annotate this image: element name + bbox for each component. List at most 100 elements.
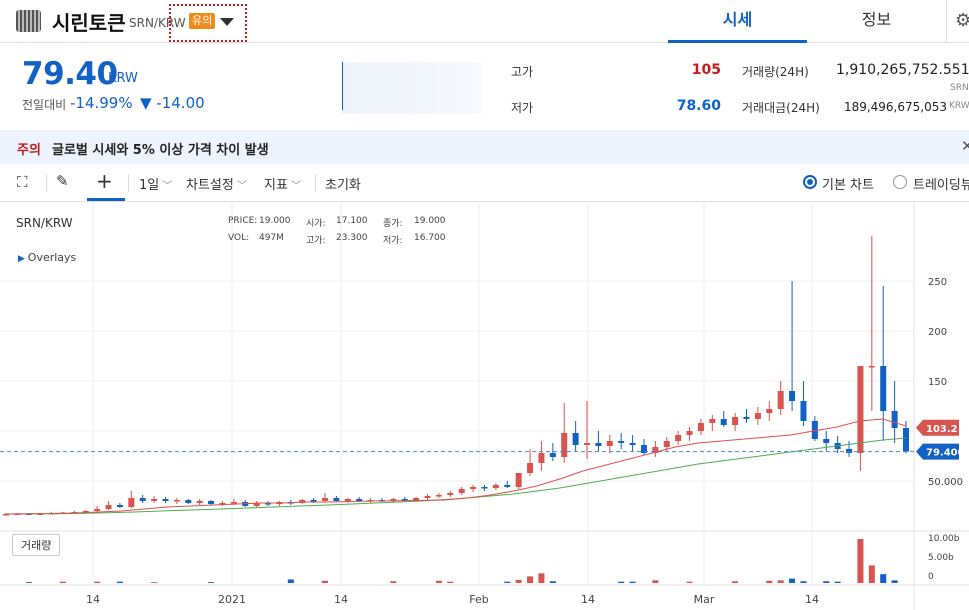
candle-body [162, 499, 169, 501]
header-divider [946, 0, 947, 43]
crosshair-icon[interactable]: + [96, 169, 113, 193]
candle-body [754, 413, 761, 419]
volume-bar [59, 581, 66, 583]
tab-info[interactable]: 정보 [807, 0, 946, 43]
volume-bar [447, 581, 454, 583]
caret-down-icon[interactable] [220, 18, 234, 26]
amount-24h-value: 189,496,675,053 [843, 100, 947, 114]
candle-body [196, 501, 203, 503]
volume-bar [777, 580, 784, 583]
volume-24h-value: 1,910,265,752.551 [836, 62, 969, 78]
candle-body [344, 499, 351, 501]
volume-bar [527, 576, 534, 583]
volume-toggle-button[interactable]: 거래량 [12, 534, 61, 556]
coin-name: 시린토큰 [52, 11, 126, 35]
price-tag-high: 103.2 [926, 424, 958, 435]
current-price: 79.40 [22, 56, 118, 92]
price-tag-current: 79.400 [926, 448, 965, 459]
ohlc-price: 19.000 [259, 216, 291, 226]
ohlc-price-label: PRICE: [228, 216, 258, 226]
interval-label: 1일 [139, 178, 160, 193]
candle-body [857, 366, 864, 453]
gear-icon[interactable]: ⚙ [955, 12, 969, 30]
chart-settings-menu[interactable]: 차트설정 ﹀ [186, 174, 247, 193]
candle-body [208, 501, 215, 504]
volume-tick-label: 5.00b [928, 553, 954, 563]
volume-bar [549, 581, 556, 583]
volume-bar [880, 574, 887, 583]
candle-body [185, 500, 192, 503]
y-tick-label: 150 [928, 377, 947, 388]
volume-bar [504, 581, 511, 583]
toolbar-divider [46, 174, 47, 192]
volume-bar [766, 580, 773, 583]
ohlc-close: 19.000 [414, 216, 446, 226]
candle-body [561, 433, 568, 457]
volume-tick-label: 10.00b [928, 534, 960, 544]
ohlc-open: 17.100 [336, 216, 368, 226]
candle-body [151, 499, 158, 501]
reset-button[interactable]: 초기화 [325, 174, 361, 193]
candle-body [94, 509, 101, 511]
price-unit: KRW [108, 71, 138, 86]
close-icon[interactable]: ✕ [961, 137, 969, 155]
ohlc-close-label: 종가: [383, 219, 403, 229]
volume-bar [94, 581, 101, 583]
candle-body [424, 496, 431, 498]
candle-body [515, 473, 522, 487]
pencil-icon[interactable]: ✎ [56, 172, 69, 190]
candle-body [447, 493, 454, 495]
interval-select[interactable]: 1일 ﹀ [139, 174, 172, 193]
volume-bar [538, 573, 545, 583]
volume-bar [652, 580, 659, 583]
notice-tag: 주의 [17, 143, 41, 158]
price-gap-notice: 주의 글로벌 시세와 5% 이상 가격 차이 발생 ✕ [0, 130, 969, 164]
candle-body [492, 485, 499, 488]
candle-body [333, 498, 340, 501]
change-amount: ▼ -14.00 [140, 94, 205, 112]
candle-body [675, 435, 682, 441]
tab-quote[interactable]: 시세 [668, 0, 807, 43]
mini-price-chart [342, 62, 482, 114]
candle-body [139, 498, 146, 501]
low-value: 78.60 [676, 98, 721, 114]
candle-body [504, 485, 511, 487]
indicators-label: 지표 [264, 178, 288, 193]
overlays-toggle[interactable]: ▶ Overlays [18, 251, 76, 264]
volume-24h-unit: SRN [950, 83, 969, 93]
high-label: 고가 [511, 65, 534, 79]
volume-bar [390, 581, 397, 583]
basic-chart-radio[interactable] [803, 175, 817, 189]
volume-bar [208, 582, 215, 583]
x-tick-label: Mar [694, 593, 715, 606]
candle-body [310, 500, 317, 502]
x-tick-label: 14 [805, 593, 819, 606]
candle-body [868, 366, 875, 368]
volume-bar [857, 539, 864, 583]
candle-body [595, 443, 602, 446]
candle-body [823, 439, 830, 443]
volume-bar [629, 581, 636, 583]
high-value: 105 [691, 62, 721, 78]
indicators-menu[interactable]: 지표 ﹀ [264, 174, 301, 193]
candle-body [128, 498, 135, 507]
volume-bar [686, 581, 693, 583]
candle-body [458, 489, 465, 493]
candle-body [629, 443, 636, 445]
volume-bar [800, 581, 807, 583]
volume-bar [25, 582, 32, 583]
y-tick-label: 50.000 [928, 477, 963, 488]
ohlc-open-label: 시가: [306, 219, 326, 229]
candle-body [105, 505, 112, 509]
tradingview-radio[interactable] [893, 175, 907, 189]
candle-body [903, 428, 909, 452]
amount-24h-label: 거래대금(24H) [742, 101, 820, 115]
price-chart[interactable]: 25020015010050.00014202114Feb14Mar1410.0… [0, 203, 969, 610]
volume-bar [287, 579, 294, 583]
candle-body [321, 498, 328, 501]
fullscreen-icon[interactable]: ⛶ [17, 173, 28, 191]
low-label: 저가 [511, 101, 534, 115]
volume-bar [151, 582, 158, 583]
candle-body [538, 453, 545, 463]
chart-canvas[interactable]: 25020015010050.00014202114Feb14Mar1410.0… [0, 203, 969, 610]
